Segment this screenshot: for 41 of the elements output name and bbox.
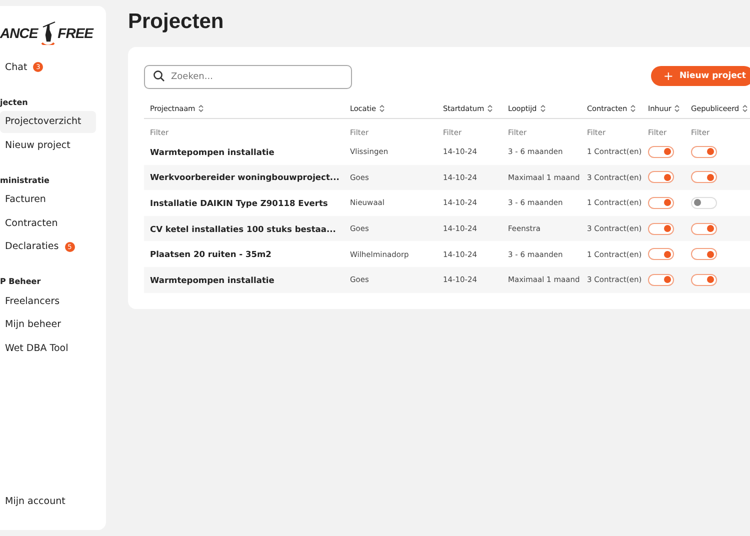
sort-icon [540,104,546,113]
published-toggle[interactable] [691,248,717,260]
sort-icon [674,104,680,113]
nav-item[interactable]: Freelancers [0,290,96,312]
project-name: Warmtepompen installatie [149,146,276,157]
project-name: Plaatsen 20 ruiten - 35m2 [149,249,272,260]
logo-text: FREE [58,25,94,41]
page-title: Projecten [128,10,225,34]
hire-toggle[interactable] [648,274,674,286]
hire-toggle[interactable] [648,196,674,209]
nav-item[interactable]: Mijn beheer [0,314,96,336]
nav-item[interactable]: Projectoverzicht [0,110,96,132]
sort-icon [487,104,494,113]
published-toggle[interactable] [691,196,717,209]
published-toggle[interactable] [691,274,717,286]
hire-toggle[interactable] [648,146,674,158]
project-name: Werkvoorbereider woningbouwproject... [149,172,340,182]
nav-item[interactable]: Facturen [0,188,96,210]
section-heading: jecten [0,98,29,106]
sort-icon [630,104,636,113]
nav-item[interactable]: Mijn account [0,490,96,512]
sort-icon [198,104,204,113]
logo-text: ANCE [0,25,38,41]
hire-toggle[interactable] [648,171,674,184]
sort-icon [378,104,385,113]
published-toggle[interactable] [691,146,717,158]
hire-toggle[interactable] [648,222,674,235]
logo-figure-icon [38,21,57,45]
search-field[interactable]: Zoeken... [144,65,352,89]
nav-item[interactable]: Wet DBA Tool [0,337,96,359]
nav-item[interactable]: Contracten [0,212,96,234]
published-toggle[interactable] [691,222,717,235]
project-name: Warmtepompen installatie [149,274,276,285]
section-heading: ministratie [0,176,50,184]
sort-icon [742,104,748,113]
published-toggle[interactable] [691,171,717,184]
project-name: Installatie DAIKIN Type Z90118 Everts [149,198,329,208]
nav-item[interactable]: Nieuw project [0,134,96,156]
section-heading: P Beheer [0,277,42,286]
project-name: CV ketel installaties 100 stuks bestaa... [149,224,337,234]
hire-toggle[interactable] [648,248,674,260]
